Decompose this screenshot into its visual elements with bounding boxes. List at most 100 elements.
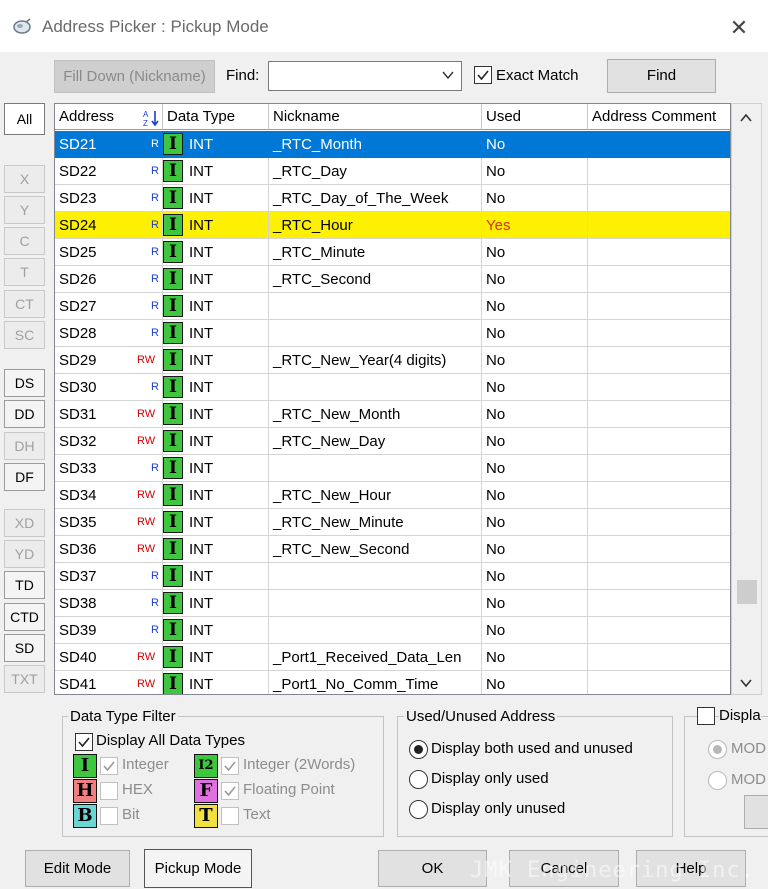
address-cell[interactable]: SD39 xyxy=(55,617,163,644)
display-all-types-checkbox[interactable] xyxy=(75,733,93,751)
nickname-cell[interactable] xyxy=(269,617,482,644)
address-comment-cell[interactable] xyxy=(588,563,730,590)
pickup-mode-button[interactable]: Pickup Mode xyxy=(144,849,252,888)
address-cell[interactable]: SD27 xyxy=(55,293,163,320)
table-row[interactable]: SD33 R INT I No xyxy=(55,455,730,482)
edit-mode-button[interactable]: Edit Mode xyxy=(25,850,130,887)
address-cell[interactable]: SD38 xyxy=(55,590,163,617)
side-button-xd[interactable]: XD xyxy=(4,509,45,537)
side-button-t[interactable]: T xyxy=(4,258,45,286)
nickname-cell[interactable]: _RTC_New_Hour xyxy=(269,482,482,509)
fill-down-button[interactable]: Fill Down (Nickname) xyxy=(54,60,215,93)
used-cell[interactable]: No xyxy=(482,536,588,563)
address-comment-cell[interactable] xyxy=(588,482,730,509)
address-comment-cell[interactable] xyxy=(588,374,730,401)
address-comment-cell[interactable] xyxy=(588,293,730,320)
find-input[interactable] xyxy=(268,61,462,91)
address-cell[interactable]: SD21 xyxy=(55,131,163,158)
scroll-up-arrow-icon[interactable] xyxy=(735,107,757,129)
table-row[interactable]: SD39 R INT I No xyxy=(55,617,730,644)
nickname-cell[interactable] xyxy=(269,374,482,401)
table-row[interactable]: SD38 R INT I No xyxy=(55,590,730,617)
table-row[interactable]: SD21 R INT I _RTC_Month No xyxy=(55,131,730,158)
side-button-y[interactable]: Y xyxy=(4,196,45,224)
side-button-dd[interactable]: DD xyxy=(4,400,45,428)
address-cell[interactable]: SD23 xyxy=(55,185,163,212)
address-comment-cell[interactable] xyxy=(588,266,730,293)
nickname-cell[interactable]: _RTC_Day_of_The_Week xyxy=(269,185,482,212)
address-comment-cell[interactable] xyxy=(588,509,730,536)
used-cell[interactable]: No xyxy=(482,509,588,536)
side-button-yd[interactable]: YD xyxy=(4,540,45,568)
side-button-sd[interactable]: SD xyxy=(4,634,45,662)
type-filter-checkbox[interactable] xyxy=(100,782,118,800)
nickname-cell[interactable] xyxy=(269,563,482,590)
table-row[interactable]: SD24 R INT I _RTC_Hour Yes xyxy=(55,212,730,239)
nickname-cell[interactable]: _RTC_Day xyxy=(269,158,482,185)
address-comment-cell[interactable] xyxy=(588,401,730,428)
used-cell[interactable]: No xyxy=(482,401,588,428)
address-comment-cell[interactable] xyxy=(588,671,730,694)
side-button-x[interactable]: X xyxy=(4,165,45,193)
nickname-cell[interactable] xyxy=(269,320,482,347)
column-header-address-comment[interactable]: Address Comment xyxy=(588,104,730,130)
nickname-cell[interactable]: _RTC_New_Month xyxy=(269,401,482,428)
nickname-cell[interactable]: _RTC_Second xyxy=(269,266,482,293)
side-button-ds[interactable]: DS xyxy=(4,369,45,397)
side-button-sc[interactable]: SC xyxy=(4,321,45,349)
table-row[interactable]: SD28 R INT I No xyxy=(55,320,730,347)
nickname-cell[interactable]: _RTC_New_Day xyxy=(269,428,482,455)
used-cell[interactable]: No xyxy=(482,131,588,158)
table-row[interactable]: SD35 RW INT I _RTC_New_Minute No xyxy=(55,509,730,536)
address-comment-cell[interactable] xyxy=(588,131,730,158)
type-filter-checkbox[interactable] xyxy=(221,757,239,775)
type-filter-checkbox[interactable] xyxy=(100,807,118,825)
table-row[interactable]: SD31 RW INT I _RTC_New_Month No xyxy=(55,401,730,428)
usage-radio-3[interactable] xyxy=(409,800,428,819)
table-row[interactable]: SD26 R INT I _RTC_Second No xyxy=(55,266,730,293)
address-comment-cell[interactable] xyxy=(588,239,730,266)
modbus-radio-2[interactable] xyxy=(708,771,727,790)
nickname-cell[interactable]: _RTC_New_Second xyxy=(269,536,482,563)
used-cell[interactable]: No xyxy=(482,482,588,509)
nickname-cell[interactable]: _RTC_Hour xyxy=(269,212,482,239)
used-cell[interactable]: No xyxy=(482,347,588,374)
used-cell[interactable]: No xyxy=(482,617,588,644)
side-button-all[interactable]: All xyxy=(4,103,45,135)
table-row[interactable]: SD22 R INT I _RTC_Day No xyxy=(55,158,730,185)
side-button-ct[interactable]: CT xyxy=(4,290,45,318)
address-cell[interactable]: SD24 xyxy=(55,212,163,239)
display-mode-button[interactable] xyxy=(744,795,768,829)
address-comment-cell[interactable] xyxy=(588,158,730,185)
type-filter-checkbox[interactable] xyxy=(221,782,239,800)
used-cell[interactable]: No xyxy=(482,185,588,212)
used-cell[interactable]: Yes xyxy=(482,212,588,239)
sort-icon[interactable]: A Z xyxy=(142,109,160,127)
nickname-cell[interactable] xyxy=(269,590,482,617)
modbus-radio-1[interactable] xyxy=(708,740,727,759)
exact-match-checkbox[interactable] xyxy=(474,66,492,84)
used-cell[interactable]: No xyxy=(482,590,588,617)
address-cell[interactable]: SD28 xyxy=(55,320,163,347)
address-cell[interactable]: SD26 xyxy=(55,266,163,293)
used-cell[interactable]: No xyxy=(482,455,588,482)
address-comment-cell[interactable] xyxy=(588,185,730,212)
find-button[interactable]: Find xyxy=(607,59,716,93)
address-cell[interactable]: SD22 xyxy=(55,158,163,185)
nickname-cell[interactable]: _Port1_Received_Data_Len xyxy=(269,644,482,671)
used-cell[interactable]: No xyxy=(482,428,588,455)
address-comment-cell[interactable] xyxy=(588,212,730,239)
side-button-ctd[interactable]: CTD xyxy=(4,603,45,631)
used-cell[interactable]: No xyxy=(482,644,588,671)
used-cell[interactable]: No xyxy=(482,158,588,185)
used-cell[interactable]: No xyxy=(482,374,588,401)
column-header-nickname[interactable]: Nickname xyxy=(269,104,482,130)
column-header-data-type[interactable]: Data Type xyxy=(163,104,269,130)
scroll-thumb[interactable] xyxy=(737,580,757,604)
used-cell[interactable]: No xyxy=(482,239,588,266)
address-comment-cell[interactable] xyxy=(588,536,730,563)
address-comment-cell[interactable] xyxy=(588,347,730,374)
table-row[interactable]: SD23 R INT I _RTC_Day_of_The_Week No xyxy=(55,185,730,212)
nickname-cell[interactable]: _RTC_New_Minute xyxy=(269,509,482,536)
table-row[interactable]: SD40 RW INT I _Port1_Received_Data_Len No xyxy=(55,644,730,671)
